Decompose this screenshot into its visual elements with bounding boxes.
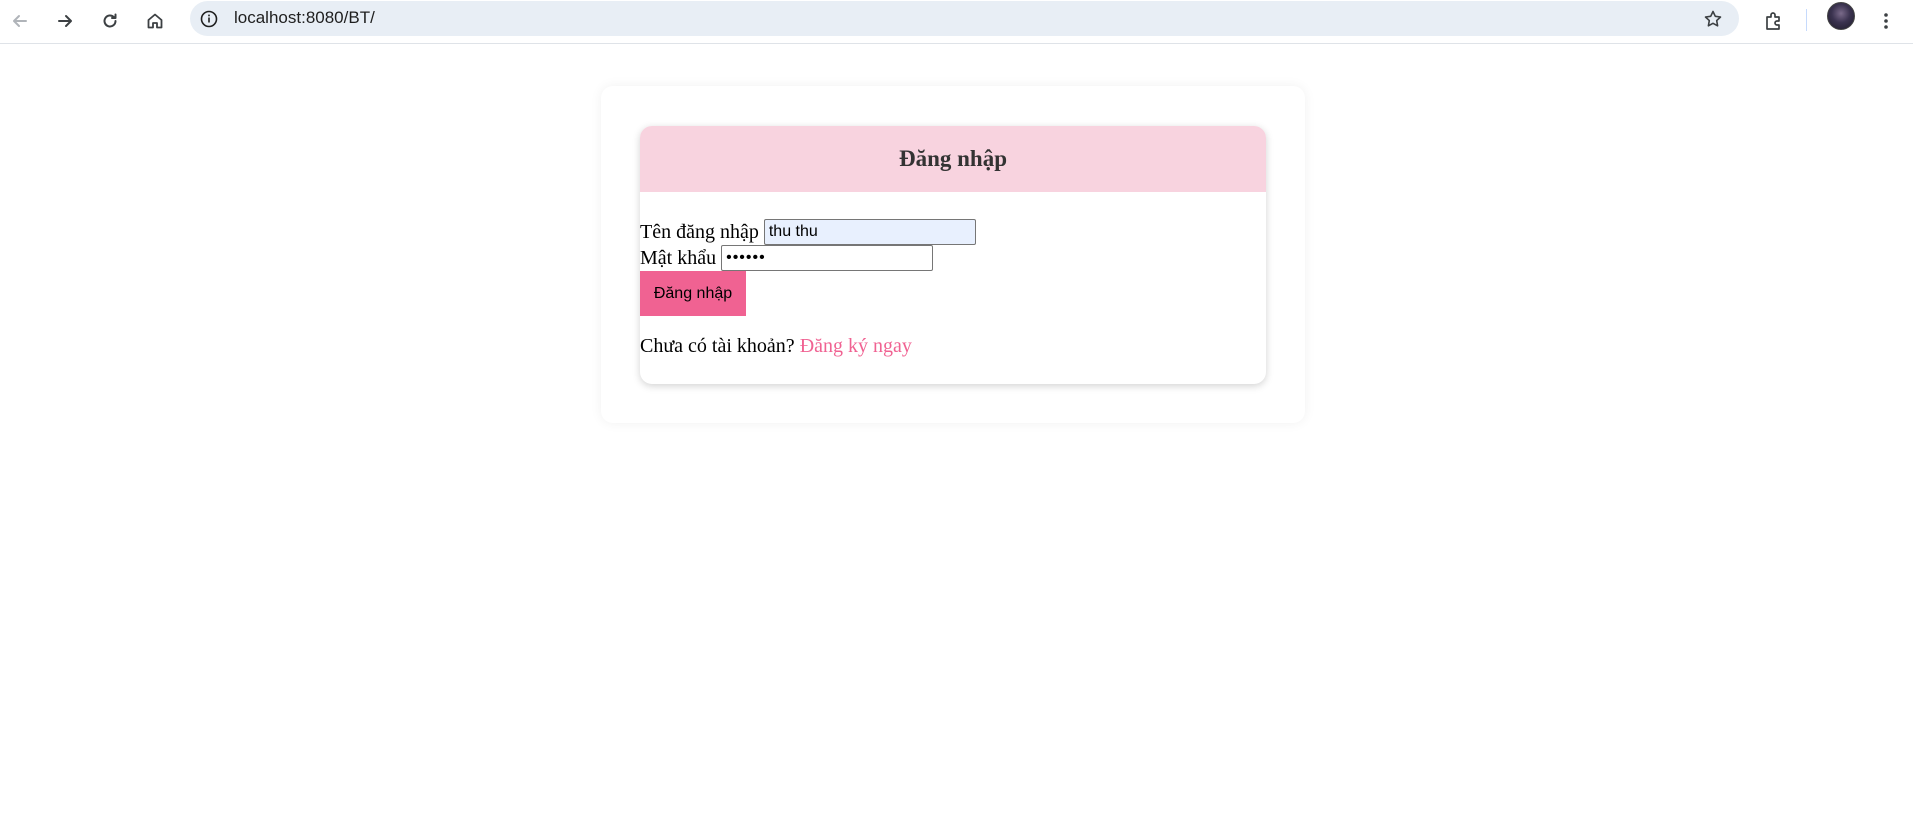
password-row: Mật khẩu bbox=[640, 245, 1266, 271]
reload-icon bbox=[103, 13, 117, 28]
browser-toolbar: localhost:8080/BT/ bbox=[0, 0, 1913, 44]
login-form: Tên đăng nhập Mật khẩu Đăng nhập Chưa có… bbox=[640, 192, 1266, 358]
reload-button[interactable] bbox=[93, 4, 127, 38]
puzzle-icon bbox=[1766, 12, 1780, 30]
password-input[interactable] bbox=[721, 245, 934, 271]
login-header: Đăng nhập bbox=[640, 126, 1266, 192]
kebab-menu-icon bbox=[1884, 13, 1888, 29]
menu-button[interactable] bbox=[1869, 4, 1903, 38]
password-label: Mật khẩu bbox=[640, 246, 717, 269]
arrow-right-icon bbox=[58, 15, 72, 27]
star-icon[interactable] bbox=[1701, 7, 1725, 31]
login-button[interactable]: Đăng nhập bbox=[640, 271, 746, 316]
username-row: Tên đăng nhập bbox=[640, 219, 1266, 245]
username-label: Tên đăng nhập bbox=[640, 220, 759, 243]
register-link[interactable]: Đăng ký ngay bbox=[800, 335, 912, 357]
username-input[interactable] bbox=[763, 219, 976, 245]
profile-button[interactable] bbox=[1824, 0, 1858, 33]
address-bar[interactable]: localhost:8080/BT/ bbox=[190, 1, 1739, 36]
home-icon bbox=[147, 13, 163, 29]
avatar bbox=[1827, 2, 1855, 30]
arrow-left-icon bbox=[13, 15, 27, 27]
back-button[interactable] bbox=[3, 4, 37, 38]
login-card: Đăng nhập Tên đăng nhập Mật khẩu Đăng nh… bbox=[640, 126, 1266, 384]
page-title: Đăng nhập bbox=[898, 146, 1008, 171]
extensions-button[interactable] bbox=[1757, 4, 1791, 38]
forward-button[interactable] bbox=[48, 4, 82, 38]
url-text[interactable]: localhost:8080/BT/ bbox=[234, 8, 375, 28]
register-prompt: Chưa có tài khoản? bbox=[640, 335, 795, 357]
toolbar-separator bbox=[1806, 9, 1807, 31]
info-icon[interactable] bbox=[198, 8, 220, 30]
home-button[interactable] bbox=[138, 4, 172, 38]
register-line: Chưa có tài khoản? Đăng ký ngay bbox=[640, 335, 1266, 358]
